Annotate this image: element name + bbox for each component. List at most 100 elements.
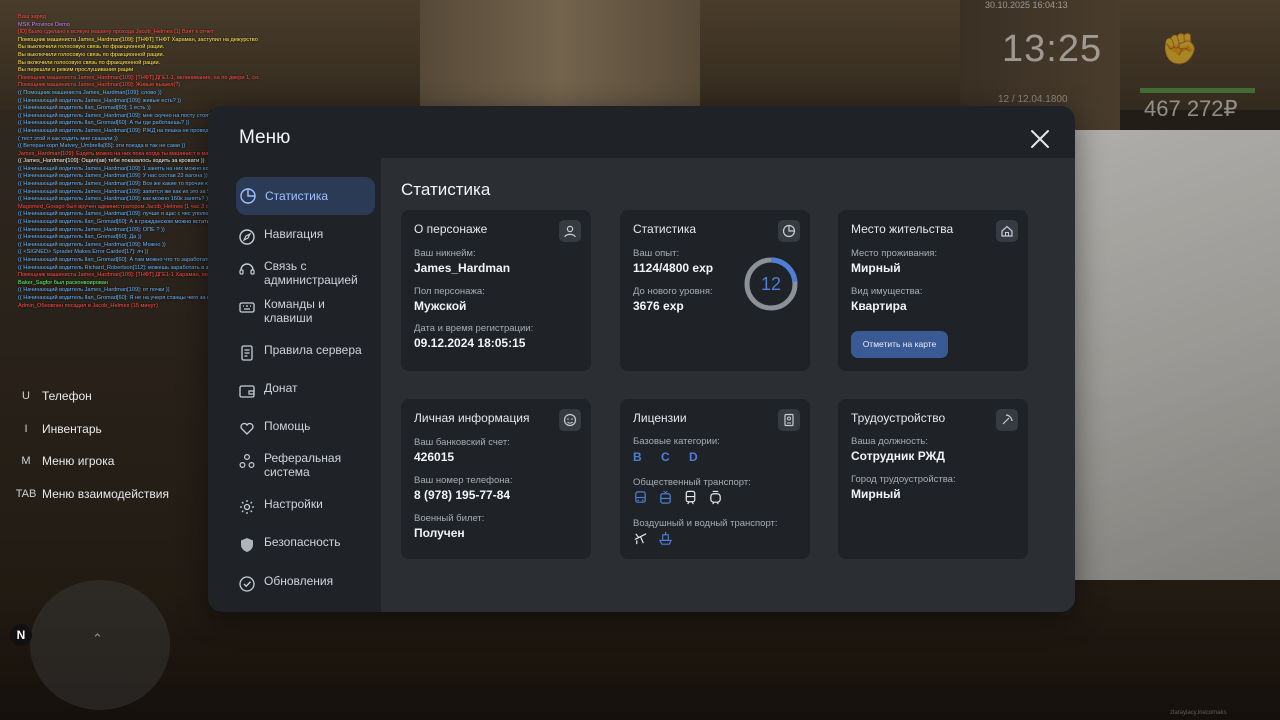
next-level-value: 3676 exp bbox=[633, 299, 684, 313]
shield-icon bbox=[241, 538, 253, 552]
sidebar-item-label: Связь с администрацией bbox=[264, 259, 358, 287]
wallet-icon bbox=[239, 385, 255, 398]
hotkey-label: Телефон bbox=[42, 389, 92, 404]
hotkey-label: Меню игрока bbox=[42, 454, 115, 469]
card-title: Лицензии bbox=[633, 411, 687, 425]
sidebar-item-settings[interactable]: Настройки bbox=[236, 497, 375, 516]
mark-on-map-button[interactable]: Отметить на карте bbox=[851, 331, 948, 358]
bank-account-value: 426015 bbox=[414, 450, 455, 464]
chat-line: Ваш заряд bbox=[18, 14, 46, 20]
gear-icon bbox=[240, 500, 254, 514]
card-personal-info: Личная информация Ваш банковский счет: 4… bbox=[401, 399, 591, 559]
update-icon bbox=[239, 576, 255, 592]
boat-icon bbox=[658, 531, 673, 545]
property-type-label: Вид имущества: bbox=[851, 286, 923, 297]
statistics-title: Статистика bbox=[401, 180, 491, 199]
compass-icon bbox=[239, 229, 255, 245]
sidebar-item-label: Донат bbox=[264, 381, 298, 395]
hud-money: 467 272₽ bbox=[1144, 96, 1238, 121]
phone-value: 8 (978) 195-77-84 bbox=[414, 488, 511, 502]
card-title: Место жительства bbox=[851, 222, 954, 236]
residence-label: Место проживания: bbox=[851, 248, 938, 259]
card-title: Статистика bbox=[633, 222, 697, 236]
bus-icon bbox=[635, 491, 646, 503]
card-title: Трудоустройство bbox=[851, 411, 946, 425]
registration-value: 09.12.2024 18:05:15 bbox=[414, 336, 526, 350]
military-id-label: Военный билет: bbox=[414, 513, 485, 524]
sidebar-item-label: Реферальная система bbox=[264, 451, 342, 479]
sidebar-item-navigation[interactable]: Навигация bbox=[236, 227, 375, 246]
sidebar-item-label: Настройки bbox=[264, 497, 323, 511]
chat-line: (( Помощник машиниста James_Hardman[109]… bbox=[18, 89, 162, 96]
property-type-value: Квартира bbox=[851, 299, 907, 313]
chat-line: MSK Province Demo bbox=[18, 21, 70, 28]
chart-icon bbox=[240, 188, 256, 204]
base-categories-value: B C D bbox=[633, 450, 706, 464]
chat-line: Вы включили голосовую связь по фракционн… bbox=[18, 59, 161, 66]
hotkey-key: M bbox=[21, 455, 31, 468]
military-id-value: Получен bbox=[414, 526, 465, 540]
hotkey-label: Меню взаимодействия bbox=[42, 486, 169, 501]
sidebar-item-label: Правила сервера bbox=[264, 343, 362, 357]
chat-line: [ID] Было сделано к всякую машину проход… bbox=[18, 29, 214, 36]
chat-line: Вы перешли в режим прослушивания рации bbox=[18, 67, 134, 74]
hotkey-key: U bbox=[22, 390, 30, 403]
sidebar-item-help[interactable]: Помощь bbox=[236, 419, 375, 438]
sidebar-item-label: Обновления bbox=[264, 574, 334, 588]
hotkey-list: U Телефон I Инвентарь M Меню игрока TAB … bbox=[10, 380, 210, 510]
bank-account-label: Ваш банковский счет: bbox=[414, 437, 510, 448]
train-icon bbox=[685, 490, 696, 505]
pickaxe-icon bbox=[996, 409, 1018, 431]
job-city-value: Мирный bbox=[851, 487, 901, 501]
sidebar-item-security[interactable]: Безопасность bbox=[236, 535, 375, 554]
card-title: О персонаже bbox=[414, 222, 488, 236]
keyboard-icon bbox=[239, 302, 255, 313]
sidebar-item-donate[interactable]: Донат bbox=[236, 381, 375, 400]
hud-subinfo: 12 / 12.04.1800 bbox=[998, 94, 1068, 105]
health-bar bbox=[1140, 88, 1255, 93]
chat-line: Помощник машиниста James_Hardman[109]: Ж… bbox=[18, 82, 181, 89]
base-categories-label: Базовые категории: bbox=[633, 436, 720, 447]
trolleybus-icon bbox=[660, 490, 671, 504]
sidebar-item-referral[interactable]: Реферальная система bbox=[236, 451, 375, 479]
hotkey-inventory[interactable]: I Инвентарь bbox=[10, 413, 210, 446]
gender-value: Мужской bbox=[414, 299, 467, 313]
public-transport-label: Общественный транспорт: bbox=[633, 477, 751, 488]
heart-hand-icon bbox=[240, 422, 254, 435]
menu-title: Меню bbox=[239, 127, 291, 148]
hotkey-interaction-menu[interactable]: TAB Меню взаимодействия bbox=[10, 478, 210, 511]
public-transport-icons bbox=[633, 490, 723, 505]
chat-line: Помощник машиниста James_Hardman[109]: [… bbox=[18, 36, 258, 43]
sidebar-item-label: Навигация bbox=[264, 227, 324, 241]
close-icon bbox=[1031, 130, 1049, 148]
sidebar-item-label: Статистика bbox=[265, 189, 329, 203]
gender-label: Пол персонажа: bbox=[414, 286, 485, 297]
sidebar-item-label: Безопасность bbox=[264, 535, 341, 549]
hotkey-player-menu[interactable]: M Меню игрока bbox=[10, 445, 210, 478]
close-button[interactable] bbox=[1026, 125, 1054, 153]
hotkey-phone[interactable]: U Телефон bbox=[10, 380, 210, 413]
sidebar-item-support[interactable]: Связь с администрацией bbox=[236, 259, 375, 287]
next-level-label: До нового уровня: bbox=[633, 286, 713, 297]
position-value: Сотрудник РЖД bbox=[851, 449, 945, 463]
card-employment: Трудоустройство Ваша должность: Сотрудни… bbox=[838, 399, 1028, 559]
card-persona: О персонаже Ваш никнейм: James_Hardman П… bbox=[401, 210, 591, 371]
sidebar-item-commands[interactable]: Команды и клавиши bbox=[236, 297, 375, 325]
exp-value: 1124/4800 exp bbox=[633, 261, 714, 275]
card-licenses: Лицензии Базовые категории: B C D Общест… bbox=[620, 399, 810, 559]
watermark: zlaraylacy.lnecomaks bbox=[1170, 710, 1227, 716]
sidebar-item-updates[interactable]: Обновления bbox=[236, 574, 375, 593]
residence-value: Мирный bbox=[851, 261, 901, 275]
sidebar-item-statistics[interactable]: Статистика bbox=[236, 177, 375, 215]
sidebar-item-rules[interactable]: Правила сервера bbox=[236, 343, 375, 362]
hotkey-label: Инвентарь bbox=[42, 421, 102, 436]
card-experience: Статистика Ваш опыт: 1124/4800 exp До но… bbox=[620, 210, 810, 371]
fist-weapon-icon: ✊ bbox=[1161, 32, 1199, 67]
airplane-icon bbox=[634, 533, 647, 545]
hud-clock: 13:25 bbox=[1002, 28, 1103, 70]
user-icon bbox=[559, 220, 581, 242]
nickname-label: Ваш никнейм: bbox=[414, 248, 476, 259]
home-icon bbox=[996, 220, 1018, 242]
position-label: Ваша должность: bbox=[851, 436, 928, 447]
level-number: 12 bbox=[760, 274, 782, 294]
